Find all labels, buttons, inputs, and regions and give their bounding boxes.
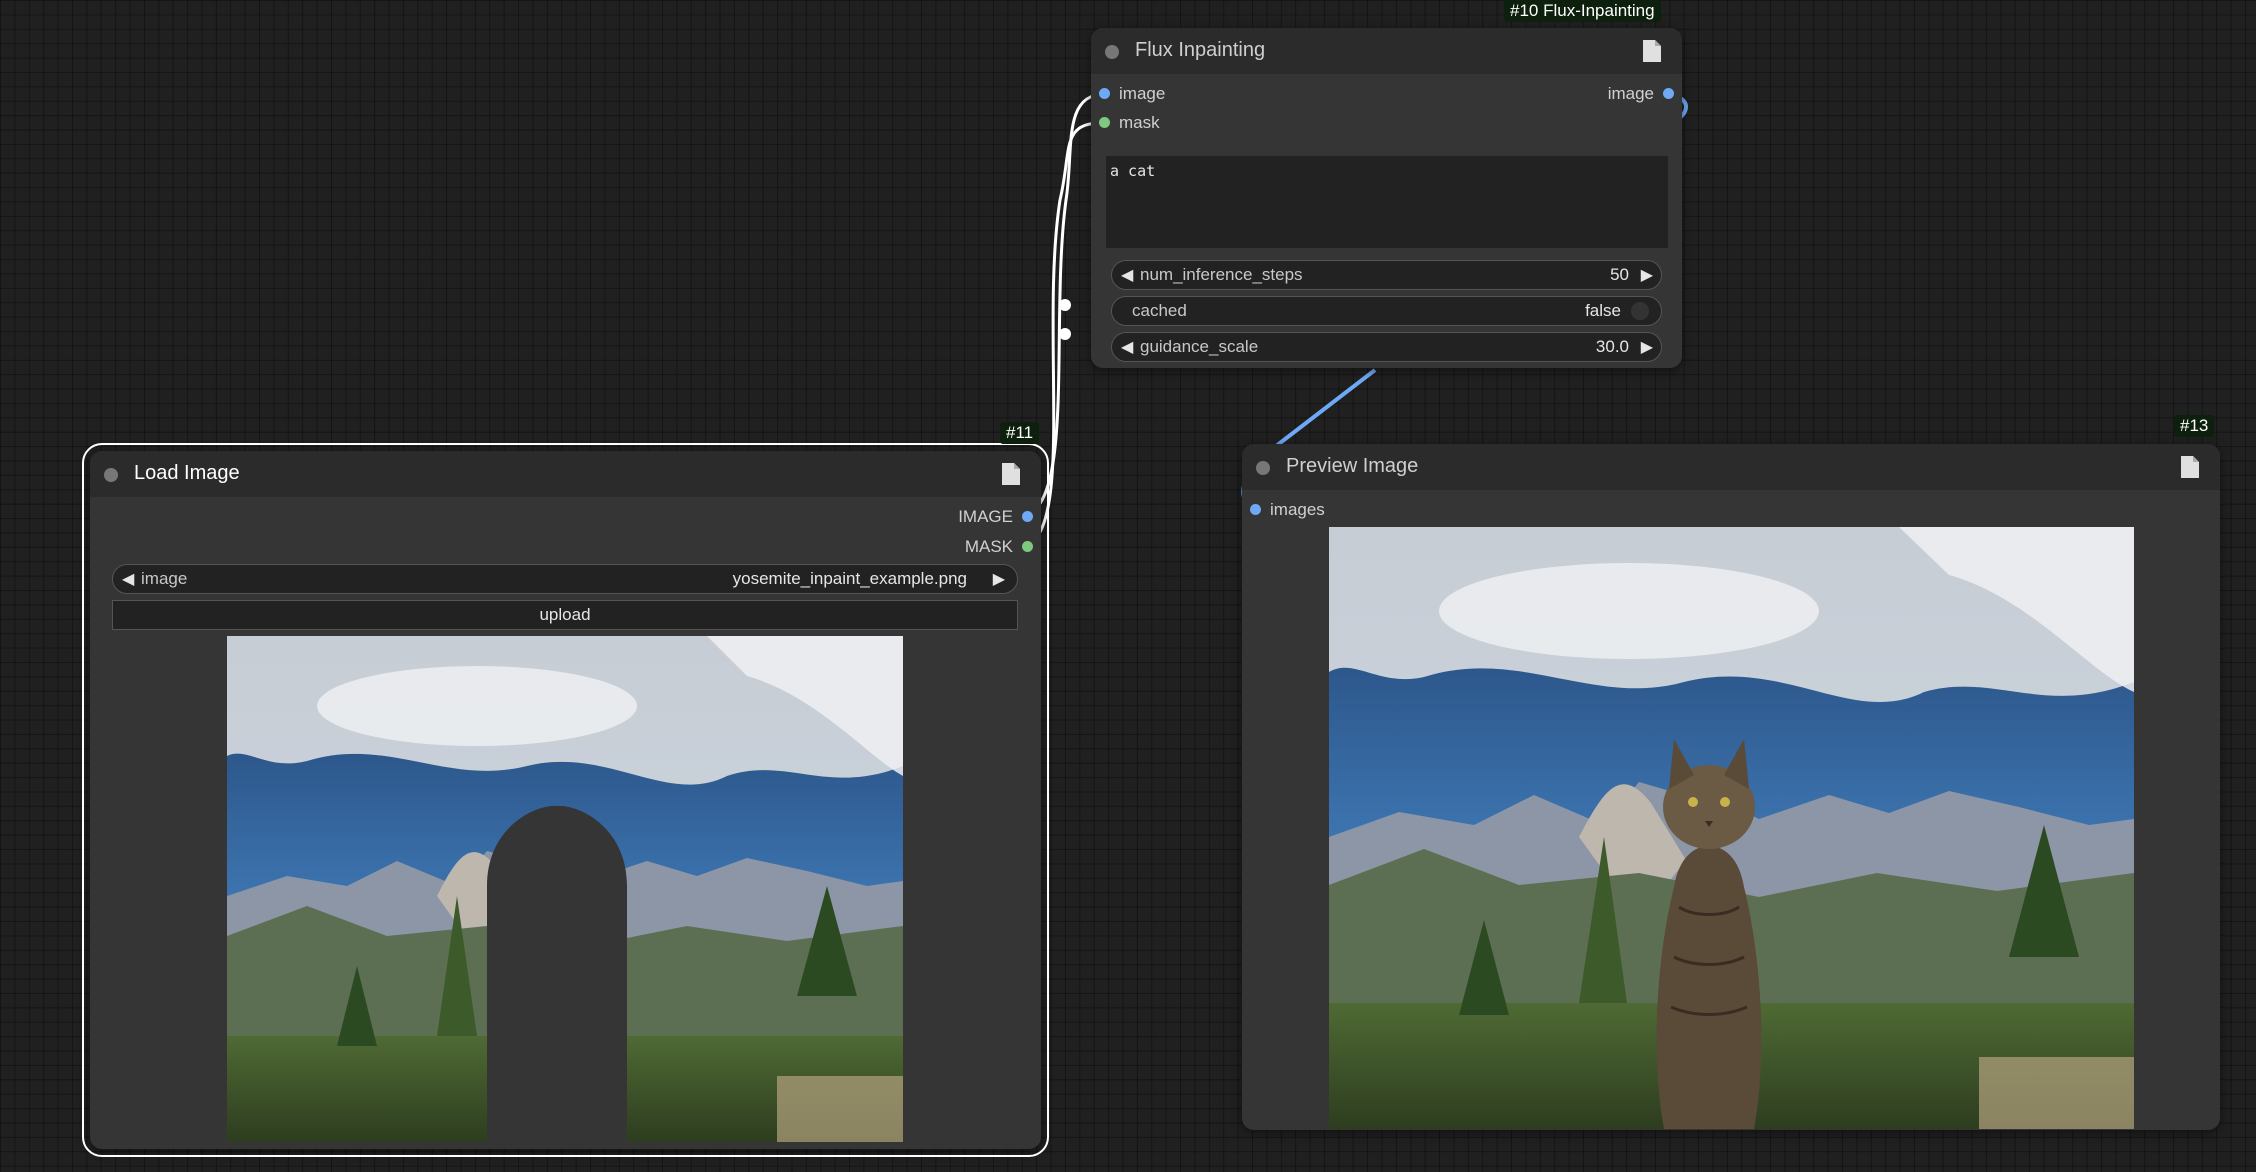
mask-input-label: mask	[1119, 113, 1160, 132]
widget-label: num_inference_steps	[1140, 265, 1303, 284]
collapse-dot[interactable]	[1105, 45, 1119, 59]
widget-value: 30.0	[1595, 337, 1629, 356]
node-title: Preview Image	[1286, 455, 1419, 477]
upload-button[interactable]: upload	[112, 600, 1018, 630]
prompt-textarea[interactable]: a cat	[1106, 156, 1668, 248]
decrement-arrow[interactable]: ◀	[1121, 337, 1133, 357]
image-input-slot[interactable]	[1099, 88, 1110, 99]
toggle-knob[interactable]	[1631, 302, 1649, 320]
collapse-dot[interactable]	[104, 468, 118, 482]
increment-arrow[interactable]: ▶	[1641, 265, 1653, 285]
image-file-selector[interactable]: ◀ image yosemite_inpaint_example.png ▶	[112, 564, 1018, 594]
images-input-slot[interactable]	[1250, 504, 1261, 515]
node-title: Flux Inpainting	[1135, 39, 1266, 61]
num-inference-steps-widget[interactable]: ◀ num_inference_steps 50 ▶	[1111, 260, 1662, 290]
guidance-scale-widget[interactable]: ◀ guidance_scale 30.0 ▶	[1111, 332, 1662, 362]
increment-arrow[interactable]: ▶	[1641, 337, 1653, 357]
node-id-badge: #13	[2174, 415, 2215, 437]
collapse-dot[interactable]	[1256, 461, 1270, 475]
image-output-slot[interactable]	[1663, 88, 1674, 99]
mask-input-slot[interactable]	[1099, 117, 1110, 128]
load-image-node[interactable]: Load Image IMAGE MASK ◀ image yosemite_i…	[82, 443, 1049, 1157]
preview-image-node[interactable]: Preview Image images	[1242, 444, 2220, 1130]
node-title-bar[interactable]: Preview Image	[1242, 444, 2220, 490]
image-output-label: IMAGE	[958, 507, 1013, 526]
node-id-badge: #11	[1000, 422, 1040, 444]
document-icon[interactable]	[1642, 39, 1662, 63]
cached-toggle[interactable]: cached false	[1111, 296, 1662, 326]
previous-arrow[interactable]: ◀	[122, 569, 134, 589]
images-input-label: images	[1270, 500, 1325, 519]
cat-figure	[1656, 739, 1762, 1129]
node-id-badge: #10 Flux-Inpainting	[1504, 0, 1661, 22]
widget-label: image	[141, 569, 188, 588]
next-arrow[interactable]: ▶	[993, 569, 1005, 589]
link-midpoint[interactable]	[1059, 299, 1071, 311]
node-title-bar[interactable]: Flux Inpainting	[1091, 28, 1682, 74]
link-midpoint[interactable]	[1059, 328, 1071, 340]
decrement-arrow[interactable]: ◀	[1121, 265, 1133, 285]
mask-output-slot[interactable]	[1022, 541, 1033, 552]
mask-output-label: MASK	[964, 537, 1013, 556]
widget-value: false	[1585, 301, 1621, 320]
image-output-label: image	[1607, 84, 1654, 103]
document-icon[interactable]	[1001, 462, 1021, 486]
document-icon[interactable]	[2180, 455, 2200, 479]
inpainted-output-image	[1329, 527, 2134, 1129]
widget-label: cached	[1132, 301, 1187, 320]
image-output-slot[interactable]	[1022, 511, 1033, 522]
widget-value: yosemite_inpaint_example.png	[732, 569, 967, 588]
widget-label: guidance_scale	[1140, 337, 1259, 356]
node-title-bar[interactable]: Load Image	[90, 451, 1041, 497]
widget-value: 50	[1610, 265, 1629, 284]
node-title: Load Image	[134, 462, 240, 484]
flux-inpainting-node[interactable]: Flux Inpainting image mask image a cat ◀…	[1091, 28, 1682, 368]
image-input-label: image	[1119, 84, 1166, 103]
masked-input-image	[227, 636, 903, 1142]
